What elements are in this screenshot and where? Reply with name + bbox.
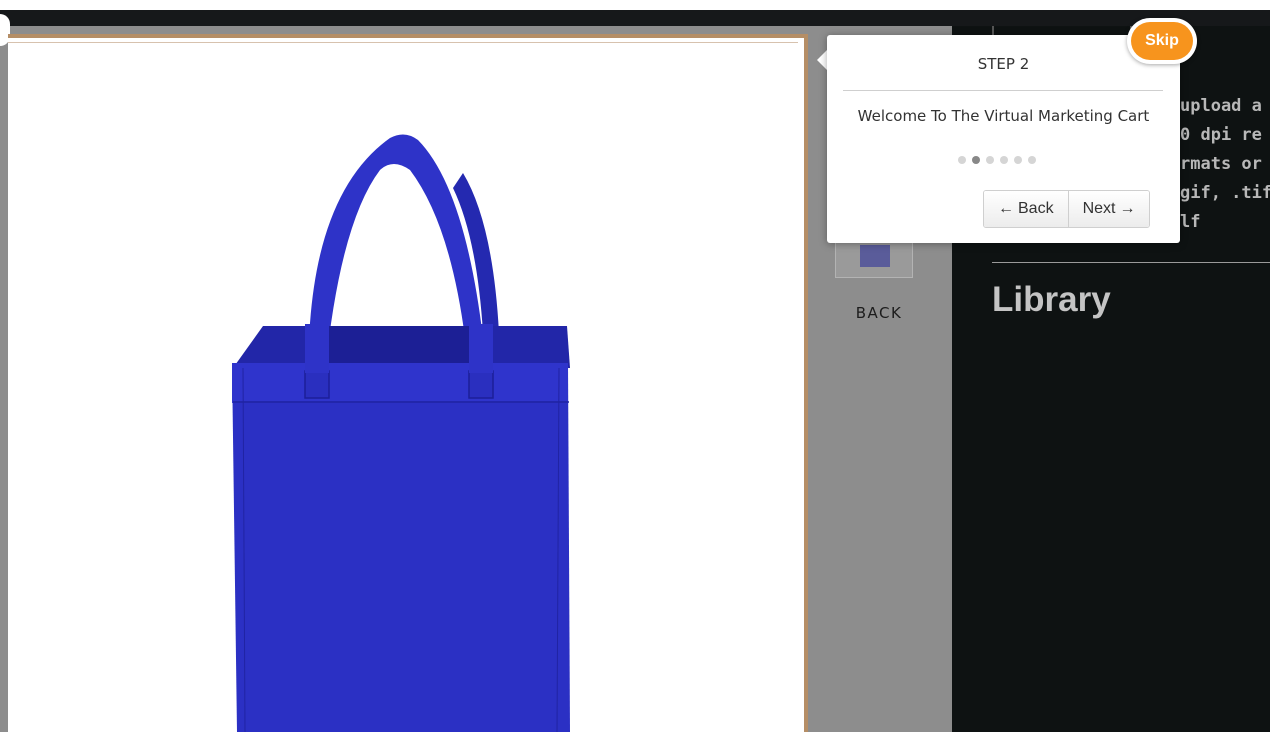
tour-next-button[interactable]: Next → (1067, 191, 1150, 227)
tour-dot (958, 156, 966, 164)
skip-label: Skip (1131, 22, 1193, 60)
back-label: Back (1018, 200, 1054, 217)
tour-popover: STEP 2 Welcome To The Virtual Marketing … (827, 35, 1180, 243)
tour-skip-button[interactable]: Skip (1127, 18, 1197, 64)
top-dark-bar (0, 10, 1270, 26)
tour-content: Welcome To The Virtual Marketing Cart (857, 107, 1150, 125)
tour-dot (1000, 156, 1008, 164)
upload-line: gif, .tiff, (1180, 183, 1270, 203)
arrow-right-icon: → (1119, 200, 1136, 217)
canvas-guide-line (8, 42, 798, 43)
upload-line: 0 dpi re (1180, 125, 1262, 145)
arrow-left-icon: ← (998, 200, 1014, 217)
upload-line: upload a (1180, 96, 1262, 116)
tour-pointer (817, 50, 827, 70)
next-label: Next (1082, 200, 1116, 217)
upload-line: rmats or (1180, 154, 1262, 174)
back-view-label: BACK (855, 304, 903, 322)
tour-dot (1028, 156, 1036, 164)
tour-divider (843, 90, 1163, 91)
upload-instructions: upload a 0 dpi re rmats or gif, .tiff, l… (1180, 92, 1270, 237)
top-strip (0, 0, 1270, 10)
upload-line: lf (1180, 212, 1201, 232)
tour-dot (986, 156, 994, 164)
library-heading: Library (992, 280, 1111, 319)
tour-nav-buttons: ← Back Next → (983, 190, 1151, 228)
tour-dot (972, 156, 980, 164)
panel-divider (992, 262, 1270, 263)
tour-dot (1014, 156, 1022, 164)
tote-bag-image (232, 134, 570, 732)
thumbnail-preview (860, 245, 890, 267)
tour-step-title: STEP 2 (977, 55, 1030, 73)
tour-step-dots (958, 156, 1036, 164)
tour-back-button[interactable]: ← Back (984, 191, 1068, 227)
